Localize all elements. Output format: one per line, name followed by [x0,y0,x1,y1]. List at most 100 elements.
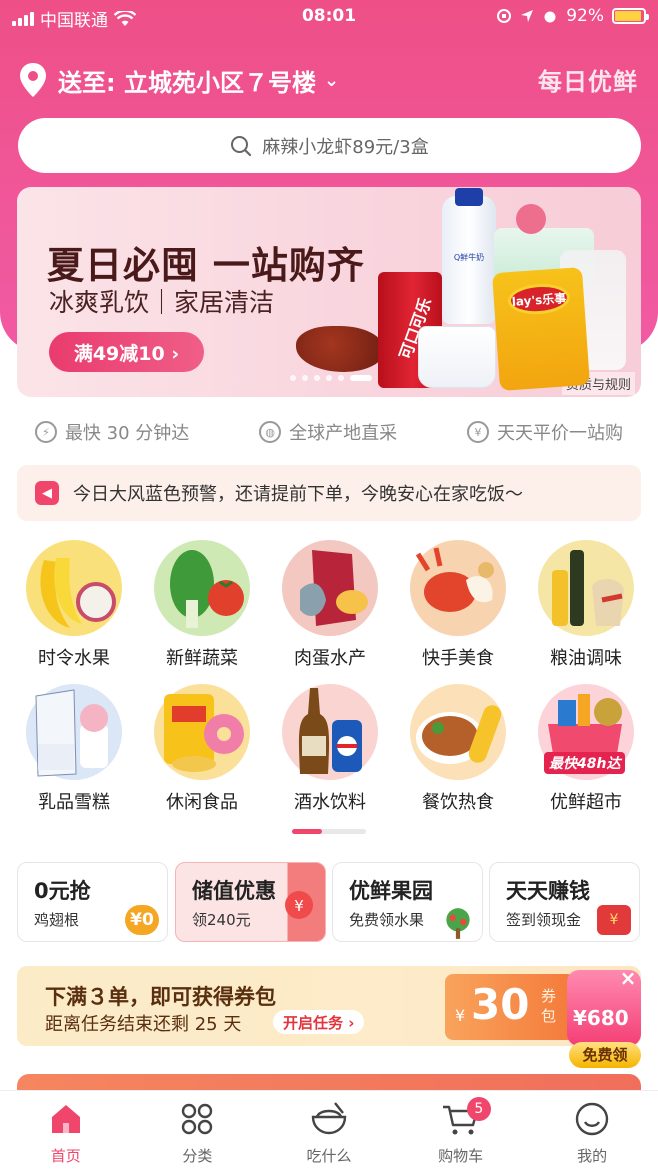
category-label: 粮油调味 [550,648,622,669]
lightning-icon: ⚡ [34,421,57,443]
yen-icon: ¥ [467,421,490,443]
task-subtitle: 距离任务结束还剩 25 天 [45,1014,242,1035]
zero-yuan-badge-icon: ¥0 [125,905,159,935]
promo-orchard[interactable]: 优鲜果园 免费领水果 [332,862,483,942]
tab-label: 吃什么 [306,1147,352,1165]
category-page-indicator [292,829,366,834]
category-supermarket[interactable]: 最快48h达 优鲜超市 [522,684,650,814]
delivery-address[interactable]: 送至: 立城苑小区７号楼 ⌄ [18,60,339,100]
tab-label: 首页 [50,1147,81,1165]
ticket-amount: 30 [471,980,530,1029]
category-label: 优鲜超市 [550,792,622,813]
globe-icon: ◍ [259,421,282,443]
lays-logo: lay's乐事 [506,281,571,317]
tab-category[interactable]: 分类 [132,1091,264,1170]
category-label: 新鲜蔬菜 [166,648,238,669]
address-text: 送至: 立城苑小区７号楼 [58,68,316,97]
bowl-icon [311,1102,347,1135]
category-snacks[interactable]: 休闲食品 [138,684,266,814]
category-label: 时令水果 [38,648,110,669]
drink-icon [282,684,378,780]
feature-fast-delivery: ⚡ 最快 30 分钟达 [34,419,190,445]
weather-notice[interactable]: ◀ 今日大风蓝色预警，还请提前下单，今晚安心在家吃饭～ [17,465,641,521]
milk-icon [26,684,122,780]
battery-icon [612,8,649,24]
promo-title: 优鲜果园 [349,879,433,903]
bear-toy-image [516,204,546,234]
notice-text: 今日大风蓝色预警，还请提前下单，今晚安心在家吃饭～ [73,484,523,505]
smile-icon [575,1102,609,1136]
category-quick-food[interactable]: 快手美食 [394,540,522,670]
feature-label: 天天平价一站购 [497,423,624,444]
delivery-48h-badge: 最快48h达 [544,752,626,774]
free-claim-button[interactable]: 免费领 [569,1042,641,1068]
fruit-icon [26,540,122,636]
oil-icon [538,540,634,636]
coupon-task-banner[interactable]: 下满３单，即可获得券包 距离任务结束还剩 25 天 开启任务 › ¥ 30 券包… [17,966,641,1068]
category-fruit[interactable]: 时令水果 [10,540,138,670]
feature-low-price: ¥ 天天平价一站购 [467,419,623,445]
grid-icon [182,1103,213,1135]
milk-bottle-image: Q鲜牛奶 [442,188,496,324]
red-envelope-icon: ¥ [597,905,631,935]
tab-profile[interactable]: 我的 [526,1091,658,1170]
service-features: ⚡ 最快 30 分钟达 ◍ 全球产地直采 ¥ 天天平价一站购 [0,414,658,450]
feature-global-sourcing: ◍ 全球产地直采 [259,419,397,445]
category-label: 肉蛋水产 [294,648,366,669]
task-title: 下满３单，即可获得券包 [45,985,276,1009]
category-label: 休闲食品 [166,792,238,813]
chevron-down-icon: ⌄ [323,69,340,91]
fruit-tree-icon [446,908,470,939]
category-dairy[interactable]: 乳品雪糕 [10,684,138,814]
gift-amount: ¥680 [573,1006,629,1030]
start-task-button[interactable]: 开启任务 › [273,1010,365,1034]
category-label: 乳品雪糕 [38,792,110,813]
brand-logo: 每日优鲜 [538,68,638,96]
category-label: 餐饮热食 [422,792,494,813]
category-label: 快手美食 [422,648,494,669]
tab-home[interactable]: 首页 [0,1091,132,1170]
promo-zero-yuan[interactable]: 0元抢 鸡翅根 ¥0 [17,862,168,942]
crayfish-icon [410,540,506,636]
chips-bag-image: lay's乐事 [491,267,591,391]
promo-title: 0元抢 [34,879,91,903]
category-vegetable[interactable]: 新鲜蔬菜 [138,540,266,670]
category-grain-oil[interactable]: 粮油调味 [522,540,650,670]
banner-subtitle: 冰爽乳饮｜家居清洁 [49,288,275,317]
promo-earn-money[interactable]: 天天赚钱 签到领现金 ¥ [489,862,640,942]
banner-title: 夏日必囤 一站购齐 [47,244,365,287]
ticket-currency: ¥ [455,1006,466,1025]
feature-label: 全球产地直采 [289,423,398,444]
location-pin-icon [20,63,46,97]
category-hot-food[interactable]: 餐饮热食 [394,684,522,814]
cart-count-badge: 5 [466,1097,491,1121]
meat-icon [282,540,378,636]
category-meat[interactable]: 肉蛋水产 [266,540,394,670]
ticket-unit: 券包 [541,987,557,1025]
tab-what-to-eat[interactable]: 吃什么 [263,1091,395,1170]
banner-pagination [290,375,372,381]
search-bar[interactable]: 麻辣小龙虾89元/3盒 [18,118,641,173]
bottom-tab-bar: 首页 分类 吃什么 5 购物车 我的 [0,1090,658,1170]
search-icon [231,135,252,156]
rotation-lock-icon [497,9,512,23]
tab-cart[interactable]: 5 购物车 [395,1091,527,1170]
feature-label: 最快 30 分钟达 [64,423,190,444]
banner-coupon-button[interactable]: 满49减10 › [49,332,204,372]
tab-label: 分类 [182,1147,213,1165]
yen-coin-icon: ¥ [285,891,313,919]
location-arrow-icon [521,10,534,22]
category-drinks[interactable]: 酒水饮料 [266,684,394,814]
yogurt-cup-image [418,326,496,388]
promo-stored-value[interactable]: 储值优惠 领240元 ¥ [175,862,326,942]
speaker-icon: ◀ [35,481,59,505]
category-label: 酒水饮料 [294,792,366,813]
battery-percent: 92% [566,6,604,26]
home-icon [51,1105,80,1133]
search-placeholder: 麻辣小龙虾89元/3盒 [262,136,429,158]
status-bar: 中国联通 08:01 92% [0,0,658,34]
coupon-ticket: ¥ 30 券包 [445,974,575,1040]
promo-title: 天天赚钱 [506,879,590,903]
supermarket-icon: 最快48h达 [538,684,634,780]
close-icon[interactable]: × [617,968,639,990]
